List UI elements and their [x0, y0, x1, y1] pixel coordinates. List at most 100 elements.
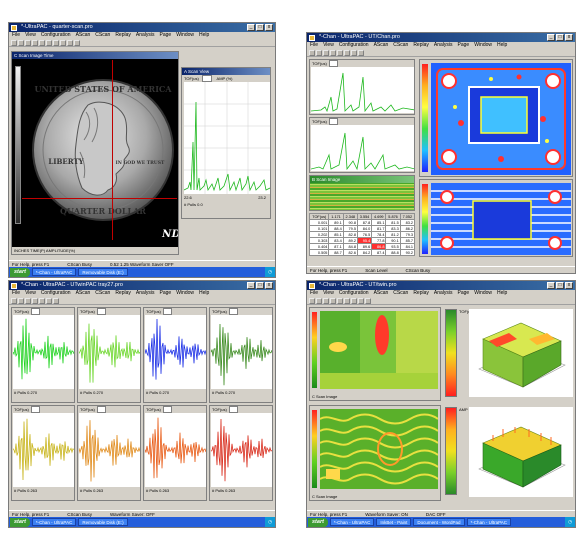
menu-file[interactable]: File [12, 290, 20, 297]
open-icon[interactable] [316, 50, 322, 56]
menu-view[interactable]: View [25, 32, 36, 39]
minimize-button[interactable]: _ [547, 34, 555, 41]
play-icon[interactable] [344, 298, 350, 304]
play-icon[interactable] [39, 298, 45, 304]
menu-ascan[interactable]: AScan [374, 290, 389, 297]
channel-field-input[interactable] [96, 406, 107, 413]
menu-configuration[interactable]: Configuration [339, 290, 369, 297]
print-icon[interactable] [32, 298, 38, 304]
menu-help[interactable]: Help [497, 290, 507, 297]
minimize-button[interactable]: _ [247, 24, 255, 31]
menu-window[interactable]: Window [474, 42, 492, 49]
menu-analysis[interactable]: Analysis [136, 290, 155, 297]
print-icon[interactable] [32, 40, 38, 46]
channel-field-input[interactable] [228, 406, 239, 413]
maximize-button[interactable]: □ [556, 34, 564, 41]
taskbar-item[interactable]: Document - WordPad [413, 518, 465, 526]
cut-icon[interactable] [39, 40, 45, 46]
menu-view[interactable]: View [25, 290, 36, 297]
menu-help[interactable]: Help [199, 290, 209, 297]
scan-cursor-vertical[interactable] [112, 60, 113, 240]
rotate-icon[interactable] [358, 298, 364, 304]
menu-file[interactable]: File [310, 42, 318, 49]
new-icon[interactable] [309, 50, 315, 56]
new-icon[interactable] [11, 40, 17, 46]
menu-file[interactable]: File [12, 32, 20, 39]
play-icon[interactable] [60, 40, 66, 46]
menu-help[interactable]: Help [497, 42, 507, 49]
ascan-top-field[interactable] [328, 60, 339, 67]
menu-ascan[interactable]: AScan [76, 290, 91, 297]
open-icon[interactable] [18, 298, 24, 304]
menu-page[interactable]: Page [160, 290, 172, 297]
menu-replay[interactable]: Replay [115, 32, 131, 39]
help-icon[interactable] [74, 40, 80, 46]
minimize-button[interactable]: _ [247, 282, 255, 289]
channel-field-input[interactable] [30, 406, 41, 413]
menu-replay[interactable]: Replay [413, 42, 429, 49]
taskbar-item[interactable]: InkBet - Paint [376, 518, 412, 526]
scan-cursor-horizontal[interactable] [22, 198, 177, 199]
menu-window[interactable]: Window [176, 32, 194, 39]
stop-icon[interactable] [46, 298, 52, 304]
taskbar-item[interactable]: Removable Disk (E:) [78, 268, 128, 276]
stop-icon[interactable] [351, 50, 357, 56]
taskbar-item[interactable]: Removable Disk (E:) [78, 518, 128, 526]
new-icon[interactable] [11, 298, 17, 304]
help-icon[interactable] [358, 50, 364, 56]
menu-page[interactable]: Page [458, 290, 470, 297]
menu-configuration[interactable]: Configuration [41, 32, 71, 39]
menu-help[interactable]: Help [199, 32, 209, 39]
close-button[interactable]: x [265, 24, 273, 31]
start-button[interactable]: start [308, 517, 328, 527]
menu-view[interactable]: View [323, 42, 334, 49]
menu-ascan[interactable]: AScan [374, 42, 389, 49]
taskbar-item[interactable]: *-Chan - UltraPAC [329, 518, 375, 526]
stop-icon[interactable] [351, 298, 357, 304]
minimize-button[interactable]: _ [547, 282, 555, 289]
print-icon[interactable] [330, 298, 336, 304]
zoom-icon[interactable] [337, 298, 343, 304]
menu-replay[interactable]: Replay [413, 290, 429, 297]
menu-cscan[interactable]: CScan [393, 42, 408, 49]
menu-window[interactable]: Window [474, 290, 492, 297]
zoom-icon[interactable] [337, 50, 343, 56]
save-icon[interactable] [25, 40, 31, 46]
close-button[interactable]: x [565, 282, 573, 289]
paste-icon[interactable] [53, 40, 59, 46]
channel-field-input[interactable] [96, 308, 107, 315]
menu-page[interactable]: Page [458, 42, 470, 49]
menu-cscan[interactable]: CScan [393, 290, 408, 297]
new-icon[interactable] [309, 298, 315, 304]
save-icon[interactable] [25, 298, 31, 304]
play-icon[interactable] [344, 50, 350, 56]
channel-field-input[interactable] [30, 308, 41, 315]
ascan-tof-field[interactable] [201, 75, 213, 82]
close-button[interactable]: x [265, 282, 273, 289]
taskbar-item[interactable]: *-Chan - UltraPAC [31, 268, 77, 276]
start-button[interactable]: start [10, 517, 30, 527]
menu-file[interactable]: File [310, 290, 318, 297]
maximize-button[interactable]: □ [256, 282, 264, 289]
menu-page[interactable]: Page [160, 32, 172, 39]
status-tab[interactable]: Scan Level [365, 267, 387, 273]
stop-icon[interactable] [67, 40, 73, 46]
menu-replay[interactable]: Replay [115, 290, 131, 297]
maximize-button[interactable]: □ [256, 24, 264, 31]
help-icon[interactable] [365, 298, 371, 304]
menu-configuration[interactable]: Configuration [41, 290, 71, 297]
taskbar-item[interactable]: *-Chan - UltraPAC [466, 518, 511, 526]
menu-view[interactable]: View [323, 290, 334, 297]
menu-ascan[interactable]: AScan [76, 32, 91, 39]
channel-field-input[interactable] [162, 406, 173, 413]
menu-cscan[interactable]: CScan [95, 32, 110, 39]
menu-cscan[interactable]: CScan [95, 290, 110, 297]
close-button[interactable]: x [565, 34, 573, 41]
menu-analysis[interactable]: Analysis [434, 290, 453, 297]
menu-window[interactable]: Window [176, 290, 194, 297]
print-icon[interactable] [330, 50, 336, 56]
save-icon[interactable] [323, 50, 329, 56]
save-icon[interactable] [323, 298, 329, 304]
open-icon[interactable] [316, 298, 322, 304]
maximize-button[interactable]: □ [556, 282, 564, 289]
